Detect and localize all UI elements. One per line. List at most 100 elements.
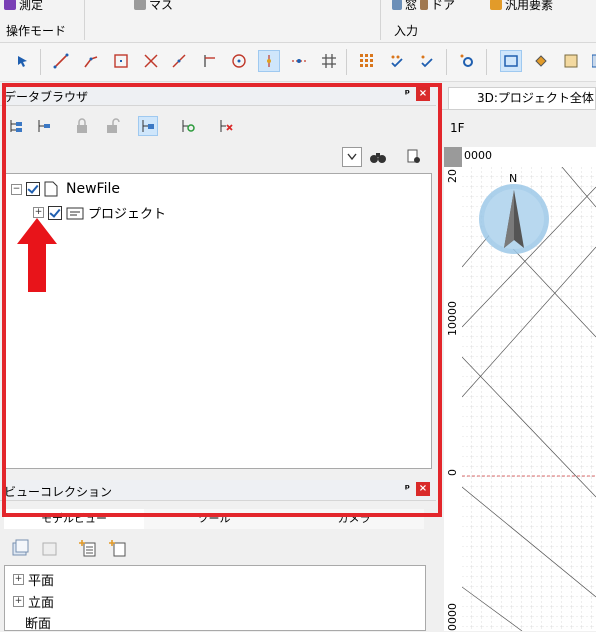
tab-camera[interactable]: カメラ	[284, 509, 424, 529]
mass-button[interactable]: マス	[134, 0, 173, 13]
gear-icon	[460, 54, 473, 67]
lock-button[interactable]	[72, 116, 92, 136]
rectangle-tool-button[interactable]	[110, 50, 132, 72]
unlock-button[interactable]	[102, 116, 122, 136]
collapse-icon[interactable]: −	[11, 183, 22, 195]
tree-view-button[interactable]	[6, 116, 26, 136]
toolbar	[0, 43, 596, 82]
view-collection-tree: + 平面 + 立面 断面	[4, 565, 426, 632]
grid-tool-button[interactable]	[318, 50, 340, 72]
dot-grid-button[interactable]	[356, 50, 378, 72]
polyline-icon	[84, 56, 98, 68]
point-tool-button[interactable]	[258, 50, 280, 72]
pin-icon[interactable]: ᵖ	[405, 87, 410, 100]
perpendicular-tool-button[interactable]	[198, 50, 220, 72]
north-arrow-icon	[504, 190, 524, 248]
cross-tool-button[interactable]	[140, 50, 162, 72]
paint-button[interactable]	[530, 50, 552, 72]
more-button[interactable]	[586, 50, 596, 72]
expand-icon[interactable]: +	[13, 596, 24, 607]
add-list-button[interactable]	[78, 538, 98, 558]
project-icon	[66, 207, 84, 219]
expand-icon[interactable]: +	[33, 207, 44, 218]
dot-grid-icon	[360, 54, 373, 67]
tree-flat-button[interactable]	[34, 116, 54, 136]
ruler-corner	[444, 147, 462, 167]
remove-tree-button[interactable]	[216, 116, 236, 136]
copy-view-icon	[42, 542, 57, 556]
data-browser-close-button[interactable]: ×	[416, 87, 430, 101]
select-arrow-button[interactable]	[12, 50, 34, 72]
expand-icon[interactable]: +	[13, 574, 24, 585]
door-icon	[420, 0, 428, 10]
find-file-icon	[407, 149, 420, 163]
ruler-label: 0	[446, 469, 459, 476]
binoculars-icon	[370, 153, 386, 163]
tab-model-view[interactable]: モデルビュー	[4, 509, 144, 529]
door-button[interactable]: ドア	[420, 0, 455, 13]
tree-node-section[interactable]: 断面	[25, 613, 51, 632]
newfile-checkbox[interactable]	[26, 182, 40, 196]
tree-node-newfile[interactable]: − NewFile	[11, 181, 120, 197]
pin-icon[interactable]: ᵖ	[405, 482, 410, 495]
copy-view-button[interactable]	[40, 538, 60, 558]
view-collection-title-bar: ビューコレクション ᵖ ×	[0, 480, 436, 501]
polyline-tool-button[interactable]	[80, 50, 102, 72]
window-button[interactable]: 窓	[392, 0, 417, 13]
tree-node-label: 平面	[28, 574, 55, 589]
circle-tool-button[interactable]	[228, 50, 250, 72]
line-tool-button[interactable]	[50, 50, 72, 72]
ruler-label: 0000	[446, 603, 459, 631]
paint-icon	[535, 55, 547, 67]
more-icon	[592, 54, 596, 68]
tree-node-label: 断面	[25, 617, 52, 632]
generic-element-button[interactable]: 汎用要素	[490, 0, 553, 13]
measure-button[interactable]: 測定	[4, 0, 43, 13]
data-browser-search-bar	[0, 145, 440, 169]
data-browser-tree: − NewFile + プロジェクト	[4, 173, 432, 469]
ribbon: 測定 操作モード マス 窓 ドア 汎用要素 入力	[0, 0, 596, 43]
refresh-tree-button[interactable]	[178, 116, 198, 136]
add-sheet-button[interactable]	[108, 538, 128, 558]
view-collection-close-button[interactable]: ×	[416, 482, 430, 496]
tab-3d-project[interactable]: 3D:プロジェクト全体	[448, 87, 596, 109]
chevron-down-icon	[347, 153, 357, 161]
link-tree-button[interactable]	[138, 116, 158, 136]
midpoint-tool-button[interactable]	[288, 50, 310, 72]
snap-check-alt-button[interactable]	[416, 50, 438, 72]
search-button[interactable]	[368, 147, 388, 167]
tree-node-elevation[interactable]: + 立面	[13, 592, 54, 611]
diagonal-tool-button[interactable]	[168, 50, 190, 72]
tree-flat-icon	[38, 120, 50, 132]
view-frame-button[interactable]	[500, 50, 522, 72]
view-collection-toolbar	[0, 533, 440, 563]
measure-icon	[4, 0, 16, 10]
lock-icon	[77, 118, 87, 133]
tree-node-label: 立面	[28, 596, 55, 611]
window-icon	[392, 0, 402, 10]
perpendicular-icon	[204, 55, 215, 67]
line-icon	[53, 53, 69, 69]
refresh-icon	[182, 120, 195, 132]
layer-button[interactable]	[560, 50, 582, 72]
new-view-button[interactable]	[10, 538, 30, 558]
snap-settings-button[interactable]	[456, 50, 478, 72]
midpoint-icon	[292, 59, 306, 63]
filter-dropdown[interactable]	[342, 147, 362, 167]
new-view-icon	[12, 539, 29, 556]
frame-icon	[504, 55, 518, 67]
tree-node-plan[interactable]: + 平面	[13, 570, 54, 589]
rectangle-icon	[114, 54, 128, 68]
mass-icon	[134, 0, 146, 10]
data-browser-toolbar	[0, 106, 440, 148]
cross-icon	[144, 54, 158, 68]
input-group-label: 入力	[394, 24, 419, 38]
tab-tools[interactable]: ツール	[144, 509, 284, 529]
ruler-label: 20	[446, 169, 459, 183]
find-file-button[interactable]	[404, 147, 424, 167]
add-sheet-icon	[109, 540, 126, 557]
snap-check-button[interactable]	[386, 50, 408, 72]
file-icon	[44, 181, 58, 197]
ruler-label: 10000	[446, 301, 459, 336]
snap-check-icon	[391, 55, 403, 68]
